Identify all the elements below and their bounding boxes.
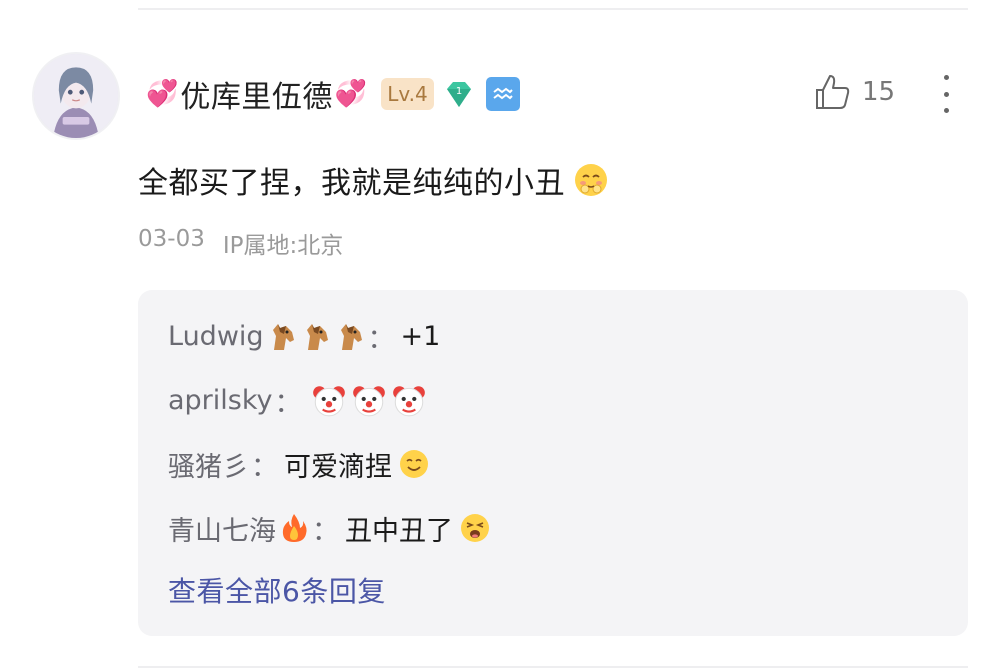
horse-emoji [272, 324, 294, 350]
user-row: 💞 优库里伍德 💞 Lv.4 1 [146, 66, 520, 122]
clown-emoji [352, 386, 385, 417]
avatar-illustration [34, 54, 118, 138]
bottom-divider [138, 666, 968, 668]
reply-separator: ： [251, 451, 278, 483]
comment-body: 全都买了捏，我就是纯纯的小丑 [138, 166, 565, 201]
ip-location: IP属地:北京 [222, 233, 344, 259]
view-all-replies-link[interactable]: 查看全部6条回复 [168, 570, 386, 610]
reply-separator: ： [312, 515, 339, 547]
more-vertical-icon[interactable] [936, 72, 956, 116]
fire-emoji [282, 514, 307, 542]
gem-number: 1 [456, 86, 462, 97]
like-count: 15 [862, 77, 896, 107]
aquarius-icon [485, 77, 520, 111]
smiling-emoji [400, 450, 428, 478]
reply-author[interactable]: Ludwig [168, 321, 264, 352]
like-button[interactable]: 15 [812, 70, 895, 114]
reply-content: 可爱滴捏 [284, 451, 392, 483]
comment-meta: 03-03 IP属地:北京 [138, 226, 343, 260]
username[interactable]: 优库里伍德 [180, 72, 333, 116]
gem-icon: 1 [446, 82, 471, 107]
sparkling-heart-icon: 💞 [334, 79, 368, 109]
horse-emoji [340, 324, 362, 350]
reply-item[interactable]: 骚猪彡 ： 可爱滴捏 [168, 442, 430, 486]
comment-date: 03-03 [138, 226, 205, 252]
sparkling-heart-icon: 💞 [146, 79, 179, 109]
reply-item[interactable]: 青山七海 ： 丑中丑了 [168, 506, 491, 550]
horse-emoji [306, 324, 328, 350]
reply-item[interactable]: aprilsky ： [168, 378, 428, 422]
avatar[interactable] [32, 52, 120, 140]
reply-box: Ludwig ： +1 aprilsky ： 骚猪彡 ： 可爱滴捏 青山七海 ：… [138, 290, 968, 636]
reply-item[interactable]: Ludwig ： +1 [168, 314, 440, 358]
comment-text: 全都买了捏，我就是纯纯的小丑 [138, 158, 609, 202]
clown-emoji [312, 386, 345, 417]
reply-separator: ： [367, 323, 395, 355]
reply-separator: ： [274, 387, 302, 419]
reply-author[interactable]: 骚猪彡 [168, 445, 249, 484]
clown-emoji [392, 386, 425, 417]
reply-author[interactable]: 青山七海 [168, 509, 276, 548]
thumbs-up-icon [816, 75, 850, 109]
shy-face-emoji [575, 164, 607, 196]
reply-content: 丑中丑了 [345, 515, 453, 547]
comment-page: 💞 优库里伍德 💞 Lv.4 1 15 全都买了捏，我就是纯纯的小丑 03-03… [0, 0, 1000, 670]
top-divider [138, 8, 968, 10]
reply-content: +1 [400, 320, 441, 352]
reply-author[interactable]: aprilsky [168, 385, 273, 416]
grinning-emoji [461, 514, 489, 542]
level-badge: Lv.4 [381, 78, 434, 110]
